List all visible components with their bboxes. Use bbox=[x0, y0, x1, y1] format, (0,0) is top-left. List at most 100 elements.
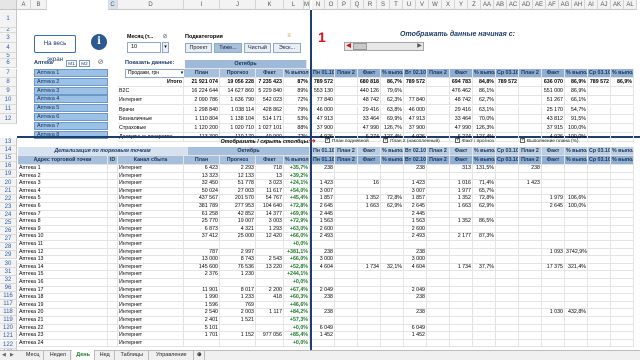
detail-day-value[interactable] bbox=[542, 225, 565, 234]
detail-day-value[interactable] bbox=[358, 233, 381, 241]
detail-cell[interactable]: 2 376 bbox=[184, 271, 220, 279]
day-value[interactable]: 63,8% bbox=[381, 105, 404, 115]
detail-day-value[interactable] bbox=[335, 263, 358, 272]
detail-day-value[interactable] bbox=[381, 301, 404, 310]
detail-day-value[interactable]: 3 007 bbox=[312, 187, 335, 196]
detail-day-header[interactable]: Ср 03.10 bbox=[588, 147, 611, 156]
detail-cell[interactable]: 13 bbox=[256, 172, 284, 181]
detail-day-value[interactable] bbox=[358, 317, 381, 325]
column-header[interactable]: Y bbox=[455, 0, 468, 10]
detail-day-value[interactable] bbox=[312, 279, 335, 287]
detail-cell[interactable]: 12 420 bbox=[256, 233, 284, 241]
detail-day-value[interactable] bbox=[496, 324, 519, 333]
day-value[interactable]: 48 742 bbox=[358, 96, 381, 106]
detail-day-value[interactable] bbox=[611, 279, 634, 287]
detail-day-value[interactable] bbox=[450, 248, 473, 257]
subcategory-button-project[interactable]: Проект bbox=[185, 43, 212, 53]
detail-cell[interactable]: Аптека 12 bbox=[18, 248, 108, 257]
detail-day-value[interactable] bbox=[473, 301, 496, 310]
detail-day-value[interactable] bbox=[381, 279, 404, 287]
detail-day-value[interactable] bbox=[335, 225, 358, 234]
day-value[interactable] bbox=[519, 114, 542, 124]
detail-day-value[interactable] bbox=[611, 203, 634, 211]
column-header[interactable]: C bbox=[108, 0, 118, 10]
column-header[interactable]: J bbox=[220, 0, 256, 10]
detail-day-value[interactable]: 238 bbox=[312, 165, 335, 173]
detail-day-value[interactable]: 1 423 bbox=[404, 180, 427, 188]
detail-day-value[interactable] bbox=[565, 210, 588, 219]
slicer-item[interactable]: Аптека 7 bbox=[34, 121, 108, 130]
detail-cell[interactable]: Интернет bbox=[118, 172, 184, 181]
slicer-tag-m1[interactable]: M1 bbox=[66, 60, 77, 67]
detail-cell[interactable]: Аптека 10 bbox=[18, 233, 108, 241]
day-value[interactable] bbox=[519, 124, 542, 133]
column-header[interactable]: AL bbox=[624, 0, 637, 10]
detail-day-value[interactable]: 1 857 bbox=[312, 195, 335, 203]
day-value[interactable]: 29 416 bbox=[450, 105, 473, 115]
detail-cell[interactable]: Интернет bbox=[118, 263, 184, 272]
month-filter-clear-icon[interactable]: ⊘ bbox=[161, 33, 169, 41]
detail-header[interactable]: Канал сбыта bbox=[118, 156, 184, 165]
detail-day-value[interactable] bbox=[496, 317, 519, 325]
detail-day-value[interactable] bbox=[519, 294, 542, 302]
row-header[interactable]: 28 bbox=[0, 243, 17, 252]
detail-cell[interactable]: 977 056 bbox=[256, 332, 284, 340]
summary-value[interactable]: 1 120 200 bbox=[184, 124, 220, 133]
detail-day-value[interactable] bbox=[519, 279, 542, 287]
subcategory-button-2[interactable]: Тиже... bbox=[214, 43, 242, 53]
column-header[interactable]: K bbox=[256, 0, 284, 10]
detail-day-value[interactable] bbox=[473, 294, 496, 302]
detail-day-value[interactable] bbox=[588, 339, 611, 348]
detail-day-value[interactable] bbox=[588, 203, 611, 211]
detail-day-value[interactable] bbox=[358, 172, 381, 181]
detail-day-header[interactable]: Пн 01.10 bbox=[312, 156, 335, 165]
detail-day-value[interactable] bbox=[565, 225, 588, 234]
detail-day-value[interactable] bbox=[427, 233, 450, 241]
detail-day-value[interactable] bbox=[427, 165, 450, 173]
detail-cell[interactable]: Аптека 4 bbox=[18, 187, 108, 196]
day-value[interactable] bbox=[335, 87, 358, 97]
detail-cell[interactable]: 145 600 bbox=[184, 263, 220, 272]
day-header[interactable]: Факт bbox=[358, 69, 381, 78]
detail-day-value[interactable]: 1 563 bbox=[312, 218, 335, 226]
detail-day-value[interactable] bbox=[519, 324, 542, 333]
detail-day-value[interactable] bbox=[588, 309, 611, 317]
slicer-item[interactable]: Аптека 3 bbox=[34, 86, 108, 95]
detail-header[interactable]: ID bbox=[108, 156, 118, 165]
slicer-item[interactable]: Аптека 1 bbox=[34, 69, 108, 77]
detail-cell[interactable]: 8 017 bbox=[220, 286, 256, 295]
detail-day-value[interactable] bbox=[450, 286, 473, 295]
detail-day-value[interactable] bbox=[611, 233, 634, 241]
day-value[interactable]: 48 742 bbox=[450, 96, 473, 106]
detail-day-value[interactable] bbox=[542, 294, 565, 302]
detail-cell[interactable]: Аптека 22 bbox=[18, 324, 108, 333]
detail-day-header[interactable]: Пн 01.10 bbox=[312, 147, 335, 156]
detail-cell[interactable]: +84,2% bbox=[284, 309, 310, 317]
day-value[interactable]: 551 000 bbox=[542, 87, 565, 97]
detail-day-value[interactable] bbox=[588, 225, 611, 234]
detail-day-header[interactable]: % выпол. bbox=[611, 147, 634, 156]
summary-value[interactable]: 1 110 804 bbox=[184, 114, 220, 124]
checkbox-icon[interactable]: ✓ bbox=[325, 138, 330, 144]
day-header[interactable]: Ср 03.10 bbox=[588, 69, 611, 78]
detail-day-value[interactable] bbox=[588, 248, 611, 257]
detail-day-header[interactable]: План 2 bbox=[519, 147, 542, 156]
detail-day-value[interactable] bbox=[519, 233, 542, 241]
detail-day-value[interactable] bbox=[519, 309, 542, 317]
detail-day-value[interactable] bbox=[473, 324, 496, 333]
day-value[interactable]: 46 000 bbox=[404, 105, 427, 115]
detail-day-value[interactable] bbox=[335, 324, 358, 333]
detail-day-value[interactable] bbox=[519, 301, 542, 310]
detail-cell[interactable]: Аптека 3 bbox=[18, 180, 108, 188]
detail-day-value[interactable] bbox=[381, 324, 404, 333]
detail-day-value[interactable] bbox=[611, 332, 634, 340]
detail-day-value[interactable] bbox=[611, 286, 634, 295]
day-value[interactable]: 47 913 bbox=[404, 114, 427, 124]
detail-day-value[interactable] bbox=[427, 248, 450, 257]
detail-cell[interactable] bbox=[256, 279, 284, 287]
summary-row-label[interactable]: Безналичные bbox=[118, 114, 184, 124]
day-value[interactable] bbox=[588, 114, 611, 124]
detail-day-value[interactable] bbox=[542, 165, 565, 173]
day-header[interactable]: % выпол. bbox=[381, 69, 404, 78]
detail-cell[interactable]: Интернет bbox=[118, 279, 184, 287]
